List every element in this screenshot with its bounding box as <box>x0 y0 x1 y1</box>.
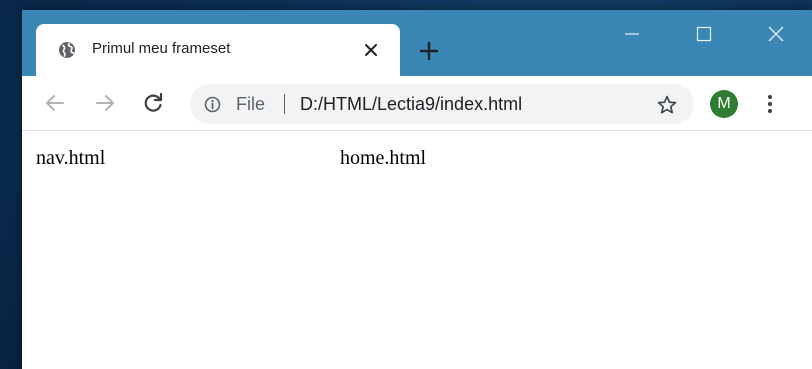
reload-button[interactable] <box>140 90 166 116</box>
page-content: nav.html home.html <box>22 131 812 369</box>
close-tab-icon[interactable] <box>362 41 380 59</box>
security-label: File <box>236 94 266 114</box>
address-separator <box>284 94 285 114</box>
info-icon[interactable] <box>204 96 221 113</box>
close-window-button[interactable] <box>758 18 794 50</box>
address-bar[interactable]: File D:/HTML/Lectia9/index.html <box>190 84 694 124</box>
url-text[interactable]: D:/HTML/Lectia9/index.html <box>300 94 522 115</box>
minimize-button[interactable] <box>614 18 650 50</box>
more-menu-icon[interactable] <box>764 92 776 116</box>
back-button[interactable] <box>42 90 68 116</box>
browser-window: Primul meu frameset File D:/HTML/Lectia9… <box>22 10 812 369</box>
profile-avatar[interactable]: M <box>710 90 738 118</box>
browser-tab[interactable]: Primul meu frameset <box>36 24 400 76</box>
nav-frame-text: nav.html <box>36 147 106 169</box>
maximize-button[interactable] <box>686 18 722 50</box>
tab-title: Primul meu frameset <box>92 40 231 57</box>
bookmark-star-icon[interactable] <box>656 94 678 116</box>
globe-icon <box>59 42 75 58</box>
main-frame-text: home.html <box>340 147 427 169</box>
title-bar: Primul meu frameset <box>22 10 812 76</box>
browser-toolbar: File D:/HTML/Lectia9/index.html M <box>22 76 812 131</box>
new-tab-button[interactable] <box>418 40 440 62</box>
forward-button[interactable] <box>92 90 118 116</box>
